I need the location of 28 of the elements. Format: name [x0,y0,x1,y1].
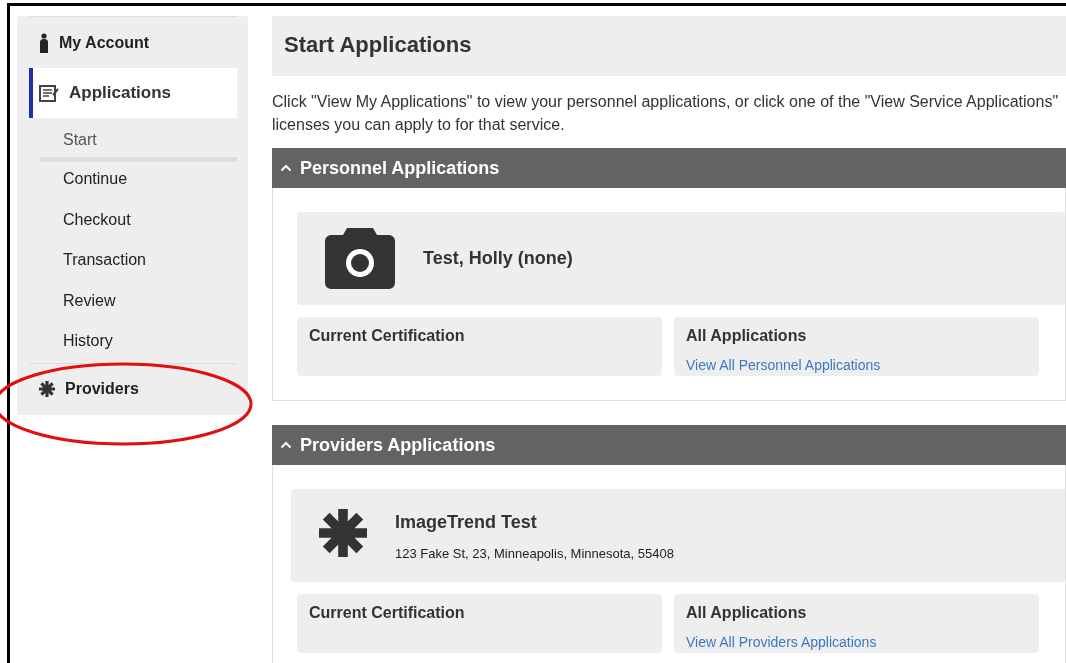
sidebar-subitem[interactable]: History [29,324,237,365]
form-icon [39,84,59,102]
intro-text: licenses you can apply to for that service. [272,115,566,135]
asterisk-icon [39,381,55,397]
box-title: All Applications [686,603,808,623]
entity-name: Test, Holly (none) [423,247,573,270]
box-title: Current Certification [309,326,466,346]
sidebar-subitem[interactable]: Transaction [29,243,237,284]
box-title: All Applications [686,326,808,346]
page-title: Start Applications [272,16,1066,76]
panel-header[interactable]: Providers Applications [272,425,1066,465]
sidebar-subitem[interactable]: Review [29,283,237,324]
panel-header[interactable]: Personnel Applications [272,148,1066,188]
entity-name: ImageTrend Test [395,511,538,534]
sidebar-subitem[interactable]: Start [40,124,237,162]
box-title: Current Certification [309,603,466,623]
chevron-icon [280,164,292,172]
chevron-icon [280,441,292,449]
asterisk-icon [319,509,367,557]
view-all-link[interactable]: View All Personnel Applications [686,355,881,376]
view-all-link[interactable]: View All Providers Applications [686,632,877,653]
sidebar-subitem[interactable]: Continue [29,162,237,203]
entity-address: 123 Fake St, 23, Minneapolis, Minnesota, 55408 [395,545,674,563]
intro-text: Click "View My Applications" to view your personnel applications, or click one of the "View Service Applications" [272,92,1060,112]
camera-icon [325,228,395,289]
sidebar-item[interactable]: Applications [29,68,237,118]
person-icon [39,32,49,53]
sidebar-subitem[interactable]: Checkout [29,202,237,243]
